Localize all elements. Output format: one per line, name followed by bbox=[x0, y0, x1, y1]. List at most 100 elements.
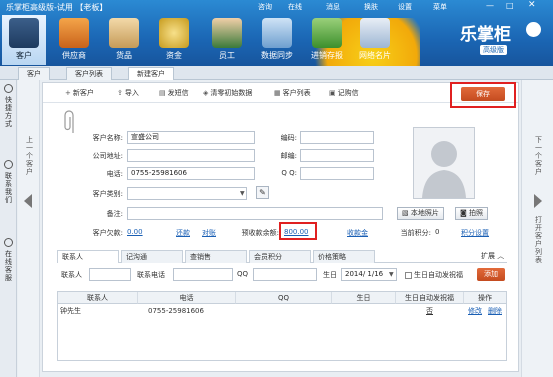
rail-contact-us[interactable]: 联系我们 bbox=[3, 172, 14, 204]
next-customer-pane[interactable]: 下一个客户 打开客户列表 bbox=[521, 80, 553, 377]
points-label: 当前积分: bbox=[400, 229, 431, 237]
debt-value[interactable]: 0.00 bbox=[127, 228, 143, 236]
tab-customer-list[interactable]: 客户列表 bbox=[66, 67, 112, 80]
add-contact-button[interactable]: 添加 bbox=[477, 268, 505, 281]
take-photo-button[interactable]: ◙ 拍照 bbox=[455, 207, 489, 220]
edit-contact-link[interactable]: 修改 bbox=[468, 305, 482, 317]
rail-online-service[interactable]: 在线客服 bbox=[3, 250, 14, 282]
receive-payment-link[interactable]: 收款金 bbox=[347, 228, 368, 238]
contact-name-field[interactable] bbox=[89, 268, 131, 281]
minimize-icon[interactable]: — bbox=[486, 1, 494, 10]
nav-goods[interactable]: 货品 bbox=[102, 15, 146, 65]
brand-mark-icon bbox=[526, 22, 541, 37]
contact-name-label: 联系人 bbox=[61, 271, 82, 279]
nav-funds[interactable]: 资金 bbox=[152, 15, 196, 65]
brand-edition: 高级版 bbox=[480, 45, 507, 55]
menu-main[interactable]: 菜单 bbox=[433, 2, 447, 12]
tab-price-strategy[interactable]: 价格策略 bbox=[313, 250, 375, 263]
tab-sales[interactable]: 查销售 bbox=[185, 250, 247, 263]
menu-online[interactable]: 在线 bbox=[288, 2, 302, 12]
tab-contacts[interactable]: 联系人 bbox=[57, 250, 119, 263]
zip-label: 邮编: bbox=[280, 152, 297, 160]
money-bag-icon bbox=[159, 18, 189, 48]
clear-label: 清零初始数据 bbox=[210, 89, 253, 97]
menu-consult[interactable]: 咨询 bbox=[258, 2, 272, 12]
new-customer-button[interactable]: + 新客户 bbox=[65, 88, 94, 98]
expand-toggle[interactable]: 扩展 ︿ bbox=[481, 251, 504, 261]
image-icon: ▧ bbox=[402, 209, 409, 217]
nav-employee[interactable]: 员工 bbox=[205, 15, 249, 65]
paperclip-icon bbox=[64, 110, 74, 133]
send-sms-button[interactable]: ▤ 发短信 bbox=[159, 88, 189, 98]
maximize-icon[interactable]: □ bbox=[506, 1, 514, 10]
shortcut-icon bbox=[4, 84, 13, 93]
contact-phone-cell: 0755-25981606 bbox=[148, 307, 204, 315]
code-field[interactable] bbox=[300, 131, 374, 144]
nav-customer[interactable]: 客户 bbox=[2, 15, 46, 65]
customer-photo bbox=[413, 127, 475, 199]
arrow-right-icon[interactable] bbox=[534, 194, 542, 208]
calendar-dropdown-icon[interactable]: ▼ bbox=[389, 271, 394, 278]
zip-field[interactable] bbox=[300, 149, 374, 162]
contact-qq-field[interactable] bbox=[253, 268, 317, 281]
column-header: 生日 bbox=[332, 292, 396, 304]
nav-label: 供应商 bbox=[62, 51, 86, 60]
reconcile-link[interactable]: 对账 bbox=[202, 228, 216, 238]
cart-report-icon bbox=[312, 18, 342, 48]
list-label: 客户列表 bbox=[282, 89, 311, 97]
import-button[interactable]: ⇪ 导入 bbox=[117, 88, 139, 98]
record-icon: ▣ bbox=[329, 89, 336, 97]
menu-skin[interactable]: 换肤 bbox=[364, 2, 378, 12]
menu-settings[interactable]: 设置 bbox=[398, 2, 412, 12]
edit-pencil-icon[interactable]: ✎ bbox=[256, 186, 269, 199]
column-header: 联系人 bbox=[58, 292, 138, 304]
tab-new-customer[interactable]: 新建客户 bbox=[128, 67, 174, 80]
arrow-left-icon[interactable] bbox=[24, 194, 32, 208]
contact-phone-field[interactable] bbox=[173, 268, 233, 281]
nav-supplier[interactable]: 供应商 bbox=[52, 15, 96, 65]
contacts-table: 联系人 电话 QQ 生日 生日自动发祝福 操作 钟先生 0755-2598160… bbox=[57, 291, 507, 361]
phone-label: 电话: bbox=[106, 170, 123, 178]
close-icon[interactable]: ✕ bbox=[528, 0, 536, 10]
customer-category-select[interactable] bbox=[127, 187, 247, 200]
tab-communication[interactable]: 记沟通 bbox=[121, 250, 183, 263]
left-rail: 快捷方式 联系我们 在线客服 bbox=[0, 80, 17, 377]
birthday-auto-greeting-checkbox[interactable]: 生日自动发祝福 bbox=[405, 270, 463, 280]
phone-icon bbox=[4, 160, 13, 169]
local-photo-button[interactable]: ▧ 本地照片 bbox=[397, 207, 444, 220]
delete-contact-link[interactable]: 删除 bbox=[488, 305, 502, 317]
auto-greeting-cell[interactable]: 否 bbox=[426, 305, 433, 317]
tab-customer[interactable]: 客户 bbox=[18, 67, 50, 80]
nav-business-card[interactable]: 网络名片 bbox=[353, 15, 397, 65]
customer-name-field[interactable]: 宣盛公司 bbox=[127, 131, 255, 144]
remark-field[interactable] bbox=[127, 207, 383, 220]
data-sync-icon bbox=[262, 18, 292, 48]
chevron-down-icon[interactable]: ▼ bbox=[240, 190, 245, 197]
code-label: 编码: bbox=[280, 134, 297, 142]
open-customer-list-label[interactable]: 打开客户列表 bbox=[534, 216, 543, 264]
qq-field[interactable] bbox=[300, 167, 374, 180]
list-icon: ▦ bbox=[274, 89, 281, 97]
nav-cart-report[interactable]: 进销存报 bbox=[305, 15, 349, 65]
phone-field[interactable]: 0755-25981606 bbox=[127, 167, 255, 180]
nav-label: 数据同步 bbox=[261, 51, 293, 60]
supplier-bus-icon bbox=[59, 18, 89, 48]
repay-link[interactable]: 还款 bbox=[176, 228, 190, 238]
company-address-field[interactable] bbox=[127, 149, 255, 162]
save-button[interactable]: 保存 bbox=[461, 87, 505, 101]
brand-logo: 乐掌柜 高级版 bbox=[458, 18, 544, 60]
contact-name-cell: 钟先生 bbox=[60, 307, 81, 315]
rail-shortcut[interactable]: 快捷方式 bbox=[3, 96, 14, 128]
prev-customer-pane[interactable]: 上一个客户 bbox=[18, 80, 40, 377]
purchase-record-button[interactable]: ▣ 记购信 bbox=[329, 88, 359, 98]
clear-initial-data-button[interactable]: ◈ 清零初始数据 bbox=[203, 88, 252, 98]
points-settings-link[interactable]: 积分设置 bbox=[461, 228, 489, 238]
checkbox-icon bbox=[405, 271, 412, 279]
birthday-auto-greeting-label: 生日自动发祝福 bbox=[414, 271, 463, 279]
prepaid-balance-value[interactable]: 800.00 bbox=[284, 228, 309, 236]
tab-member-points[interactable]: 会员积分 bbox=[249, 250, 311, 263]
nav-data-sync[interactable]: 数据同步 bbox=[255, 15, 299, 65]
nav-label: 货品 bbox=[116, 51, 132, 60]
menu-message[interactable]: 消息 bbox=[326, 2, 340, 12]
customer-list-button[interactable]: ▦ 客户列表 bbox=[274, 88, 311, 98]
